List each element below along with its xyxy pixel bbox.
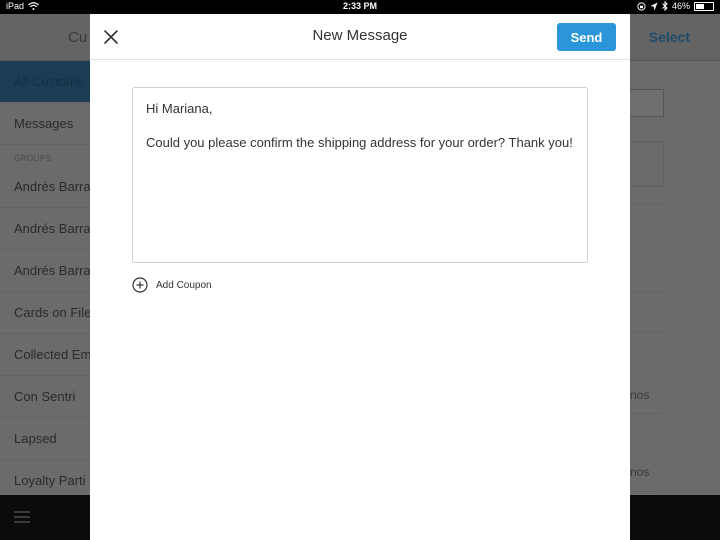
divider xyxy=(630,203,663,204)
divider xyxy=(630,331,663,332)
rotation-lock-icon xyxy=(637,1,646,11)
background-search-field[interactable] xyxy=(630,89,664,117)
background-card xyxy=(630,141,664,187)
background-text-fragment: nos xyxy=(630,388,650,402)
sidebar-item-group[interactable]: Andrés Barra xyxy=(0,250,90,292)
add-coupon-label: Add Coupon xyxy=(156,279,212,291)
message-greeting: Hi Mariana, xyxy=(146,101,213,116)
new-message-modal: New Message Send Hi Mariana, Could you p… xyxy=(90,14,630,540)
battery-icon xyxy=(694,1,714,11)
message-body: Could you please confirm the shipping ad… xyxy=(146,135,573,150)
send-button[interactable]: Send xyxy=(557,23,616,51)
select-button[interactable]: Select xyxy=(649,29,690,45)
sidebar-item-all-customers[interactable]: All Custome xyxy=(0,61,90,103)
status-right: 46% xyxy=(637,1,714,11)
background-title: Cu xyxy=(68,29,88,46)
sidebar-item-group[interactable]: Andrés Barra xyxy=(0,208,90,250)
message-textarea[interactable]: Hi Mariana, Could you please confirm the… xyxy=(132,87,588,263)
sidebar-item-messages[interactable]: Messages xyxy=(0,103,90,145)
status-bar: iPad 2:33 PM 46% xyxy=(0,0,720,14)
divider xyxy=(630,291,663,292)
sidebar-item-group[interactable]: Con Sentri xyxy=(0,376,90,418)
background-content: nos nos xyxy=(630,61,720,495)
bluetooth-icon xyxy=(662,1,668,11)
groups-label: GROUPS xyxy=(14,154,52,163)
sidebar-item-group[interactable]: Cards on File xyxy=(0,292,90,334)
sidebar-item-group[interactable]: Lapsed xyxy=(0,418,90,460)
sidebar-item-group[interactable]: Andrés Barra xyxy=(0,166,90,208)
background-sidebar: All Custome Messages GROUPS Andrés Barra… xyxy=(0,61,90,540)
battery-percent: 46% xyxy=(671,1,690,11)
hamburger-menu-icon[interactable] xyxy=(14,511,30,523)
modal-title: New Message xyxy=(312,27,408,44)
sidebar-item-group[interactable]: Collected Em xyxy=(0,334,90,376)
divider xyxy=(630,491,663,492)
divider xyxy=(630,413,663,414)
location-icon xyxy=(650,2,658,10)
plus-circle-icon xyxy=(132,277,148,293)
modal-header: New Message Send xyxy=(90,14,630,60)
status-time: 2:33 PM xyxy=(342,1,377,11)
background-text-fragment: nos xyxy=(630,465,650,479)
add-coupon-button[interactable]: Add Coupon xyxy=(132,277,212,293)
